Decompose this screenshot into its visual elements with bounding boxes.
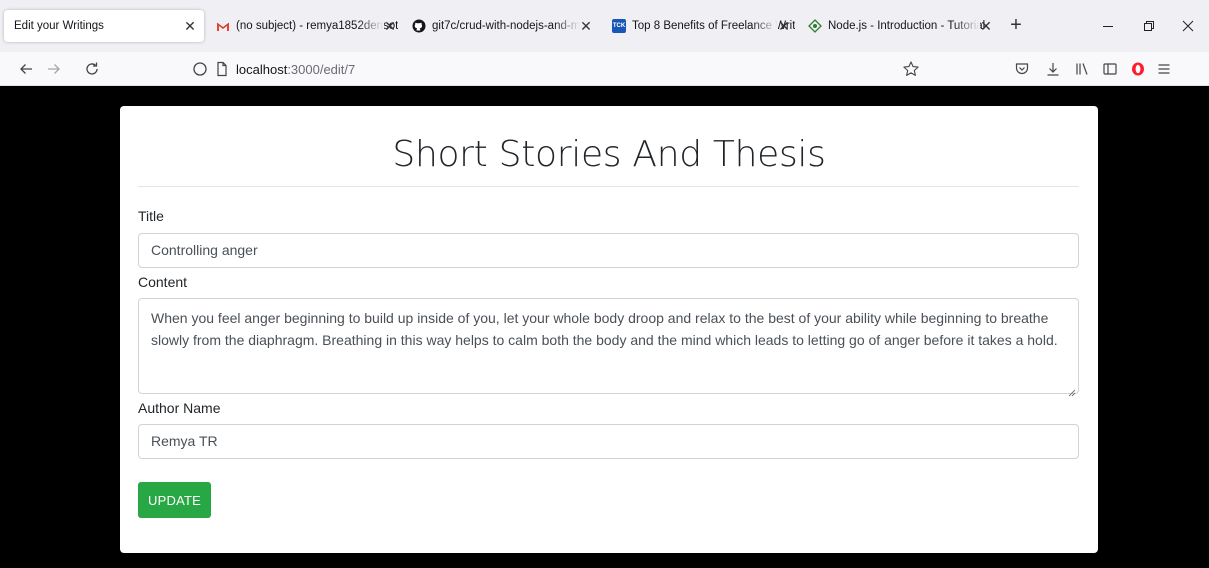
tab-github[interactable]: git7c/crud-with-nodejs-and-m ✕ bbox=[406, 10, 600, 42]
navigation-toolbar: localhost:3000/edit/7 bbox=[0, 52, 1209, 86]
gmail-icon bbox=[216, 19, 230, 33]
close-tab-icon[interactable]: ✕ bbox=[578, 18, 594, 34]
url-host: localhost bbox=[236, 62, 288, 77]
close-tab-icon[interactable]: ✕ bbox=[382, 18, 398, 34]
pocket-icon[interactable] bbox=[1010, 57, 1034, 81]
update-button[interactable]: UPDATE bbox=[138, 482, 211, 518]
tab-nodejs-tutorial[interactable]: Node.js - Introduction - Tutorial ✕ bbox=[802, 10, 1000, 42]
downloads-icon[interactable] bbox=[1041, 57, 1065, 81]
forward-button[interactable] bbox=[42, 57, 66, 81]
bookmark-star-icon[interactable] bbox=[902, 60, 920, 83]
tab-strip: Edit your Writings ✕ (no subject) - remy… bbox=[0, 0, 1209, 52]
content-label: Content bbox=[138, 274, 188, 290]
url-text[interactable]: localhost:3000/edit/7 bbox=[236, 62, 355, 77]
tutorialspoint-icon bbox=[808, 19, 822, 33]
back-button[interactable] bbox=[14, 57, 38, 81]
tab-gmail[interactable]: (no subject) - remya1852densot ✕ bbox=[210, 10, 404, 42]
close-tab-icon[interactable]: ✕ bbox=[182, 18, 198, 34]
title-label: Title bbox=[138, 208, 164, 224]
new-tab-button[interactable]: + bbox=[1006, 15, 1026, 36]
shield-icon[interactable] bbox=[192, 61, 208, 82]
title-input[interactable]: Controlling anger bbox=[138, 233, 1079, 268]
tab-freelance-writing[interactable]: TCK Top 8 Benefits of Freelance Writ ✕ bbox=[606, 10, 798, 42]
tab-title: Edit your Writings bbox=[14, 20, 104, 32]
opera-extension-icon[interactable] bbox=[1126, 57, 1150, 81]
tab-edit-your-writings[interactable]: Edit your Writings ✕ bbox=[4, 10, 204, 42]
content-textarea[interactable]: When you feel anger beginning to build u… bbox=[138, 298, 1079, 397]
page-icon[interactable] bbox=[214, 61, 230, 82]
author-label: Author Name bbox=[138, 400, 221, 416]
page-title: Short Stories And Thesis bbox=[392, 134, 826, 175]
author-input[interactable]: Remya TR bbox=[138, 424, 1079, 459]
divider bbox=[138, 186, 1079, 187]
close-window-button[interactable] bbox=[1176, 14, 1200, 38]
close-tab-icon[interactable]: ✕ bbox=[776, 18, 792, 34]
content-text: When you feel anger beginning to build u… bbox=[151, 310, 1058, 348]
sidebar-icon[interactable] bbox=[1098, 57, 1122, 81]
menu-icon[interactable] bbox=[1152, 57, 1176, 81]
library-icon[interactable] bbox=[1070, 57, 1094, 81]
github-icon bbox=[412, 19, 426, 33]
resize-grip-icon[interactable] bbox=[1066, 381, 1076, 397]
url-path: :3000/edit/7 bbox=[287, 62, 356, 77]
reload-button[interactable] bbox=[80, 57, 104, 81]
close-tab-icon[interactable]: ✕ bbox=[978, 18, 994, 34]
address-bar[interactable]: localhost:3000/edit/7 bbox=[186, 55, 932, 83]
edit-form-card: Short Stories And Thesis Title Controlli… bbox=[120, 106, 1098, 553]
minimize-button[interactable] bbox=[1096, 14, 1120, 38]
tck-icon: TCK bbox=[612, 19, 626, 33]
restore-button[interactable] bbox=[1137, 14, 1161, 38]
